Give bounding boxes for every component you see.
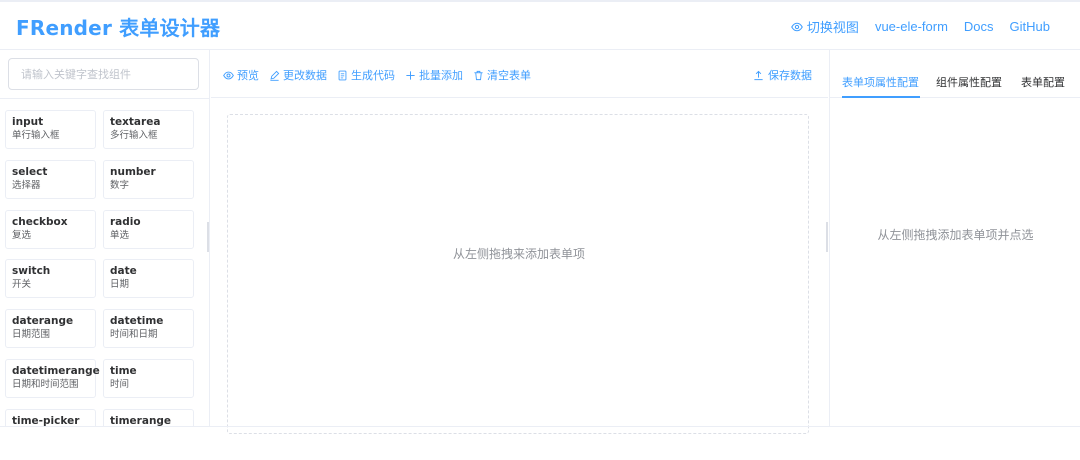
component-desc: 单选 xyxy=(110,230,130,241)
component-desc: 时间和日期 xyxy=(110,329,158,340)
component-name: datetime xyxy=(110,315,164,327)
component-sidebar: input 单行输入框 textarea 多行输入框 select 选择器 nu… xyxy=(0,50,210,426)
component-item-timerange[interactable]: timerange xyxy=(103,409,194,426)
component-desc: 日期范围 xyxy=(12,329,51,340)
preview-label: 预览 xyxy=(237,69,259,82)
component-item-textarea[interactable]: textarea 多行输入框 xyxy=(103,110,194,149)
toolbar-actions: 预览 更改数据 生成代码 批量添加 清空表单 xyxy=(223,67,541,83)
app-header: FRender 表单设计器 切换视图 vue-ele-form Docs Git… xyxy=(0,2,1080,50)
generate-code-label: 生成代码 xyxy=(351,69,395,82)
plus-icon xyxy=(406,70,415,80)
component-desc: 复选 xyxy=(12,230,32,241)
component-item-datetime[interactable]: datetime 时间和日期 xyxy=(103,309,194,348)
edit-data-button[interactable]: 更改数据 xyxy=(269,67,327,83)
component-name: checkbox xyxy=(12,216,68,228)
component-name: daterange xyxy=(12,315,74,327)
component-item-daterange[interactable]: daterange 日期范围 xyxy=(5,309,96,348)
eye-icon xyxy=(791,22,803,31)
component-name: time xyxy=(110,365,137,377)
bottom-border xyxy=(0,426,1080,427)
component-desc: 日期 xyxy=(110,279,130,290)
vue-ele-form-link[interactable]: vue-ele-form xyxy=(875,19,948,34)
component-item-switch[interactable]: switch 开关 xyxy=(5,259,96,298)
component-name: date xyxy=(110,265,137,277)
component-item-checkbox[interactable]: checkbox 复选 xyxy=(5,210,96,249)
component-item-time-picker[interactable]: time-picker xyxy=(5,409,96,426)
component-name: number xyxy=(110,166,156,178)
tab-component-props[interactable]: 组件属性配置 xyxy=(936,74,1002,90)
component-name: switch xyxy=(12,265,51,277)
properties-tabs: 表单项属性配置 组件属性配置 表单配置 xyxy=(830,50,1080,98)
component-name: select xyxy=(12,166,48,178)
right-resize-handle[interactable] xyxy=(826,222,828,252)
component-desc: 日期和时间范围 xyxy=(12,379,79,390)
upload-icon xyxy=(754,70,763,80)
form-drop-zone[interactable]: 从左侧拖拽来添加表单项 xyxy=(227,114,809,434)
design-toolbar: 预览 更改数据 生成代码 批量添加 清空表单 保存数据 xyxy=(211,50,828,98)
generate-code-button[interactable]: 生成代码 xyxy=(337,67,395,83)
save-data-label: 保存数据 xyxy=(768,69,812,82)
component-name: datetimerange xyxy=(12,365,100,377)
batch-add-label: 批量添加 xyxy=(419,69,463,82)
properties-panel: 表单项属性配置 组件属性配置 表单配置 从左侧拖拽添加表单项并点选 xyxy=(829,50,1080,426)
component-name: textarea xyxy=(110,116,161,128)
component-desc: 时间 xyxy=(110,379,130,390)
component-name: input xyxy=(12,116,44,128)
clear-form-button[interactable]: 清空表单 xyxy=(473,67,531,83)
component-item-input[interactable]: input 单行输入框 xyxy=(5,110,96,149)
component-item-datetimerange[interactable]: datetimerange 日期和时间范围 xyxy=(5,359,100,398)
batch-add-button[interactable]: 批量添加 xyxy=(405,67,463,83)
component-desc: 选择器 xyxy=(12,180,41,191)
component-desc: 数字 xyxy=(110,180,130,191)
tab-form-config[interactable]: 表单配置 xyxy=(1021,74,1065,90)
component-desc: 开关 xyxy=(12,279,32,290)
left-resize-handle[interactable] xyxy=(207,222,209,252)
component-name: radio xyxy=(110,216,141,228)
drop-zone-placeholder: 从左侧拖拽来添加表单项 xyxy=(452,247,585,261)
properties-empty-tip: 从左侧拖拽添加表单项并点选 xyxy=(877,228,1034,242)
github-link[interactable]: GitHub xyxy=(1010,19,1050,34)
clear-form-label: 清空表单 xyxy=(487,69,531,82)
toggle-view-link[interactable]: 切换视图 xyxy=(791,17,859,36)
preview-button[interactable]: 预览 xyxy=(223,67,259,83)
app-title: FRender 表单设计器 xyxy=(16,16,221,40)
component-search-input[interactable] xyxy=(8,58,199,90)
design-area: 预览 更改数据 生成代码 批量添加 清空表单 保存数据 从左侧拖拽来添加表单项 xyxy=(211,50,828,434)
component-item-date[interactable]: date 日期 xyxy=(103,259,194,298)
tab-form-item-props[interactable]: 表单项属性配置 xyxy=(842,74,919,90)
component-name: time-picker xyxy=(12,415,80,426)
component-desc: 单行输入框 xyxy=(12,130,60,141)
document-icon xyxy=(338,70,347,80)
edit-icon xyxy=(270,70,280,81)
component-desc: 多行输入框 xyxy=(110,130,158,141)
active-tab-indicator xyxy=(842,96,920,98)
component-item-select[interactable]: select 选择器 xyxy=(5,160,96,199)
sidebar-divider xyxy=(0,98,209,99)
toggle-view-label: 切换视图 xyxy=(806,20,859,35)
save-data-button[interactable]: 保存数据 xyxy=(753,67,812,83)
top-nav: 切换视图 vue-ele-form Docs GitHub xyxy=(791,17,1050,36)
eye-icon xyxy=(223,71,234,79)
component-item-number[interactable]: number 数字 xyxy=(103,160,194,199)
component-item-radio[interactable]: radio 单选 xyxy=(103,210,194,249)
trash-icon xyxy=(474,70,483,80)
component-item-time[interactable]: time 时间 xyxy=(103,359,194,398)
edit-data-label: 更改数据 xyxy=(283,69,327,82)
docs-link[interactable]: Docs xyxy=(964,19,994,34)
component-name: timerange xyxy=(110,415,172,426)
